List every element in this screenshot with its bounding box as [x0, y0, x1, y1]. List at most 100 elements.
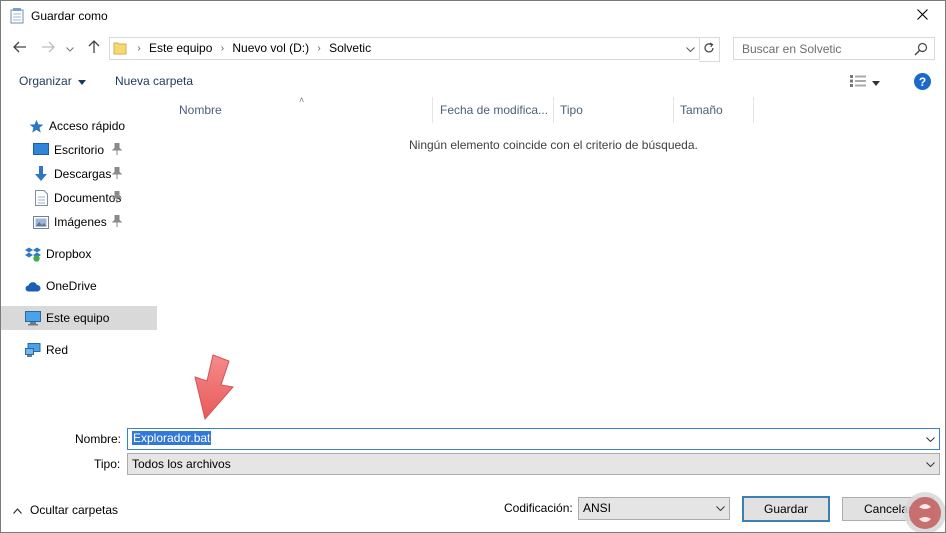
chevron-down-icon	[715, 500, 725, 514]
nav-item-label: Descargas	[54, 167, 112, 181]
back-arrow-icon	[13, 41, 27, 56]
filename-dropdown-button[interactable]	[924, 432, 936, 444]
close-icon	[916, 9, 928, 23]
network-icon	[25, 342, 41, 358]
notepad-icon	[10, 8, 24, 24]
column-header-date[interactable]: Fecha de modifica...	[440, 103, 548, 121]
organize-label: Organizar	[19, 74, 72, 88]
nav-item-documents[interactable]: Documentos	[1, 186, 157, 210]
search-icon	[914, 42, 928, 56]
chevron-down-icon	[872, 75, 880, 89]
nav-item-label: Este equipo	[46, 311, 110, 325]
column-divider[interactable]	[553, 97, 554, 123]
encoding-select[interactable]: ANSI	[578, 497, 730, 520]
breadcrumb-separator-icon[interactable]: ›	[312, 43, 326, 54]
search-box[interactable]: Buscar en Solvetic	[733, 37, 935, 60]
address-dropdown-button[interactable]	[683, 41, 697, 55]
encoding-dropdown-button[interactable]	[714, 501, 726, 513]
breadcrumb: › Este equipo › Nuevo vol (D:) › Solveti…	[132, 41, 374, 55]
pin-icon	[111, 166, 124, 179]
back-button[interactable]	[11, 39, 29, 57]
computer-icon	[25, 310, 41, 326]
save-button[interactable]: Guardar	[742, 496, 830, 522]
desktop-icon	[33, 142, 49, 158]
pin-icon	[111, 190, 124, 203]
document-icon	[33, 190, 49, 206]
column-divider[interactable]	[753, 97, 754, 123]
pin-icon	[111, 214, 124, 227]
help-button[interactable]: ?	[914, 73, 931, 90]
pin-icon	[111, 142, 124, 155]
filename-input[interactable]: Explorador.bat	[132, 431, 212, 445]
command-bar: Organizar Nueva carpeta ?	[1, 69, 945, 95]
address-bar[interactable]: › Este equipo › Nuevo vol (D:) › Solveti…	[109, 37, 700, 60]
chevron-down-icon	[925, 456, 935, 470]
nav-item-label: OneDrive	[46, 279, 97, 293]
image-icon	[33, 214, 49, 230]
nav-item-pictures[interactable]: Imágenes	[1, 210, 157, 234]
column-header-type[interactable]: Tipo	[560, 103, 583, 121]
file-list: ˄ Nombre Fecha de modifica... Tipo Tamañ…	[161, 95, 945, 417]
nav-item-label: Red	[46, 343, 69, 357]
nav-item-desktop[interactable]: Escritorio	[1, 138, 157, 162]
breadcrumb-item[interactable]: Nuevo vol (D:)	[229, 41, 312, 55]
hide-folders-label: Ocultar carpetas	[30, 503, 119, 517]
column-header-name[interactable]: Nombre	[179, 103, 222, 121]
nav-item-dropbox[interactable]: Dropbox	[1, 242, 157, 266]
star-icon	[28, 118, 44, 134]
nav-item-label: Acceso rápido	[49, 119, 126, 133]
forward-button[interactable]	[39, 39, 57, 57]
folder-icon	[113, 40, 127, 59]
cloud-icon	[25, 278, 41, 294]
nav-item-downloads[interactable]: Descargas	[1, 162, 157, 186]
encoding-value: ANSI	[583, 501, 612, 515]
sort-ascending-icon: ˄	[299, 95, 305, 105]
chevron-down-icon	[78, 74, 87, 88]
column-divider[interactable]	[432, 97, 433, 123]
help-icon: ?	[918, 74, 927, 89]
breadcrumb-separator-icon[interactable]: ›	[215, 43, 229, 54]
nav-item-this-pc[interactable]: Este equipo	[1, 306, 157, 330]
nav-item-label: Escritorio	[54, 143, 105, 157]
hide-folders-button[interactable]: Ocultar carpetas	[13, 503, 118, 517]
column-header-size[interactable]: Tamaño	[680, 103, 723, 121]
refresh-icon	[703, 42, 715, 57]
breadcrumb-item[interactable]: Solvetic	[326, 41, 374, 55]
encoding-label: Codificación:	[504, 501, 573, 515]
close-button[interactable]	[899, 1, 945, 31]
filename-field[interactable]: Explorador.bat	[127, 428, 940, 450]
navigation-pane: Acceso rápido Escritorio Descargas Docum…	[1, 105, 159, 395]
breadcrumb-separator-icon: ›	[137, 42, 141, 54]
chevron-up-icon	[13, 503, 22, 517]
search-input[interactable]: Buscar en Solvetic	[742, 42, 841, 56]
nav-item-onedrive[interactable]: OneDrive	[1, 274, 157, 298]
chevron-down-icon	[685, 41, 695, 55]
file-type-label: Tipo:	[94, 457, 121, 471]
dropbox-icon	[25, 246, 41, 262]
watermark-logo-icon	[897, 485, 945, 532]
save-as-dialog: Guardar como › Este equipo › Nuevo vol (…	[0, 0, 946, 533]
file-type-dropdown-button[interactable]	[924, 457, 936, 469]
refresh-button[interactable]	[699, 37, 720, 62]
nav-item-label: Imágenes	[54, 215, 107, 229]
filename-label: Nombre:	[75, 432, 122, 446]
nav-item-quick-access[interactable]: Acceso rápido	[1, 114, 157, 138]
new-folder-button[interactable]: Nueva carpeta	[115, 74, 193, 88]
change-view-button[interactable]	[850, 74, 890, 90]
recent-locations-button[interactable]	[64, 39, 76, 57]
up-button[interactable]	[85, 39, 103, 57]
nav-item-label: Dropbox	[46, 247, 92, 261]
forward-arrow-icon	[41, 41, 55, 56]
organize-button[interactable]: Organizar	[19, 74, 87, 88]
details-view-icon	[850, 74, 866, 90]
chevron-down-icon	[925, 431, 935, 445]
column-divider[interactable]	[673, 97, 674, 123]
chevron-down-icon	[66, 41, 74, 55]
breadcrumb-item[interactable]: Este equipo	[146, 41, 215, 55]
window-title: Guardar como	[31, 9, 108, 23]
annotation-arrow-icon	[183, 353, 243, 423]
nav-item-network[interactable]: Red	[1, 338, 157, 362]
empty-list-message: Ningún elemento coincide con el criterio…	[409, 138, 698, 152]
title-bar: Guardar como	[1, 1, 945, 31]
file-type-select[interactable]: Todos los archivos	[127, 453, 940, 475]
